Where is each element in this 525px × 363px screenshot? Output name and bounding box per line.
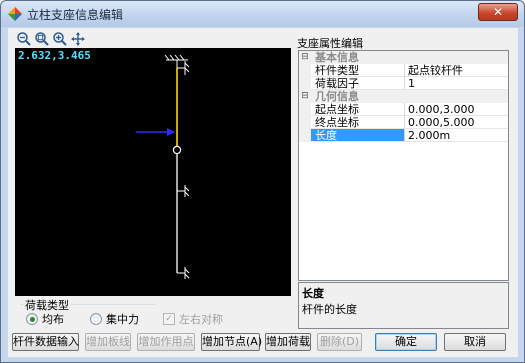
load-type-group: 荷载类型 均布 集中力 [20,297,156,329]
symmetry-checkbox[interactable]: ✓ 左右对称 [163,311,223,327]
property-key: 荷载因子 [311,77,405,90]
structure-drawing [136,54,190,279]
property-row[interactable]: 终点坐标 0.000,5.000 [299,116,508,129]
middle-support [177,185,190,197]
member-input-button[interactable]: 杆件数据输入 [12,333,79,351]
add-node-button[interactable]: 增加节点(A) [201,333,262,351]
category-geometry[interactable]: ⊟ 几何信息 [299,90,508,103]
checkbox-box[interactable]: ✓ [163,313,175,325]
add-action-point-button[interactable]: 增加作用点 [137,333,195,351]
property-description: 长度 杆件的长度 [298,282,509,329]
radio-uniform-dot[interactable] [26,313,38,325]
property-row[interactable]: 起点坐标 0.000,3.000 [299,103,508,116]
property-key: 杆件类型 [311,64,405,77]
properties-title: 支座属性编辑 [297,37,363,50]
dialog-window: 立柱支座信息编辑 ✕ 2.632,3.465 荷载类型 均布 集中力 ✓ 左右对… [0,0,525,363]
description-text: 杆件的长度 [302,303,357,316]
load-arrow [136,128,175,136]
category-label: 几何信息 [315,90,359,103]
delete-button[interactable]: 删除(D) [317,333,362,351]
category-basic[interactable]: ⊟ 基本信息 [299,51,508,64]
property-value[interactable]: 0.000,5.000 [405,116,508,129]
radio-concentrated-dot[interactable] [90,313,102,325]
title-bar[interactable]: 立柱支座信息编辑 ✕ [1,1,524,27]
collapse-icon[interactable]: ⊟ [299,51,311,64]
coordinate-readout: 2.632,3.465 [18,49,91,62]
property-key: 终点坐标 [311,116,405,129]
bottom-support [177,267,190,279]
property-value[interactable]: 0.000,3.000 [405,103,508,116]
add-load-button[interactable]: 增加荷载 [265,333,311,351]
dialog-body: 2.632,3.465 荷载类型 均布 集中力 ✓ 左右对称 杆件数据输入 增加… [8,28,518,357]
zoom-fit-icon[interactable] [34,31,50,47]
zoom-in-icon[interactable] [52,31,68,47]
pan-icon[interactable] [70,31,86,47]
radio-concentrated[interactable]: 集中力 [90,311,139,327]
ok-button[interactable]: 确定 [375,333,437,351]
category-label: 基本信息 [315,51,359,64]
property-row-selected[interactable]: 长度 2.000m [299,129,508,142]
property-key: 长度 [311,129,405,142]
app-icon [8,7,22,21]
hinge-node[interactable] [172,145,182,155]
close-button[interactable]: ✕ [478,3,518,21]
radio-concentrated-label: 集中力 [106,313,139,326]
cancel-button[interactable]: 取消 [444,333,506,351]
zoom-out-icon[interactable] [16,31,32,47]
property-grid: ⊟ 基本信息 杆件类型 起点铰杆件 荷载因子 1 ⊟ 几何信息 起点坐标 0.0… [298,50,509,281]
property-row[interactable]: 荷载因子 1 [299,77,508,90]
description-title: 长度 [302,287,324,300]
radio-uniform-label: 均布 [42,313,64,326]
structure-canvas[interactable]: 2.632,3.465 [15,48,291,296]
property-value[interactable]: 2.000m [405,129,508,142]
symmetry-label: 左右对称 [179,313,223,326]
window-title: 立柱支座信息编辑 [27,8,124,22]
property-key: 起点坐标 [311,103,405,116]
add-plank-button[interactable]: 增加板线 [85,333,131,351]
radio-uniform[interactable]: 均布 [26,311,64,327]
property-row[interactable]: 杆件类型 起点铰杆件 [299,64,508,77]
property-value[interactable]: 起点铰杆件 [405,64,508,77]
property-value[interactable]: 1 [405,77,508,90]
collapse-icon[interactable]: ⊟ [299,90,311,103]
